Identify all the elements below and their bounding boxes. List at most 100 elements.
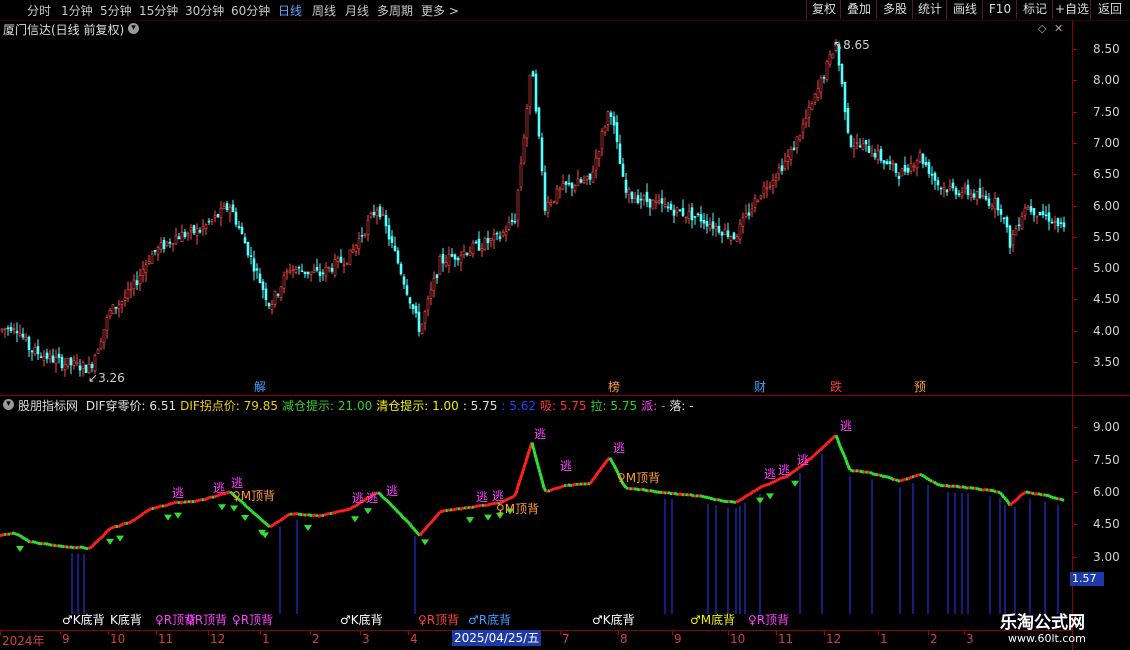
indicator-line-segment — [1008, 501, 1014, 507]
candle-body — [768, 185, 772, 188]
indicator-line-segment — [143, 510, 147, 515]
date-axis-label: 8 — [620, 632, 628, 646]
period-tab-1[interactable]: 1分钟 — [61, 2, 93, 19]
period-tab-3[interactable]: 15分钟 — [139, 2, 178, 19]
indicator-line-segment — [261, 519, 265, 524]
period-tab-8[interactable]: 月线 — [345, 2, 369, 19]
indicator-line-segment — [378, 492, 384, 498]
indicator-line-segment — [1031, 491, 1035, 496]
toolbar-button-1[interactable]: 叠加 — [840, 0, 877, 19]
candle-body — [420, 323, 424, 334]
candlestick-chart[interactable] — [0, 20, 1072, 395]
bottom-divergence-signal: ♂K底背 — [62, 613, 105, 627]
indicator-line-segment — [1000, 493, 1006, 499]
period-tab-5[interactable]: 60分钟 — [231, 2, 270, 19]
candle-body — [405, 285, 409, 295]
candle-body — [162, 239, 166, 249]
indicator-line-segment — [127, 521, 131, 525]
toolbar-button-4[interactable]: 画线 — [946, 0, 983, 19]
candle-body — [1035, 215, 1039, 218]
toolbar-button-2[interactable]: 多股 — [876, 0, 913, 19]
period-tab-6[interactable]: 日线 — [278, 2, 302, 19]
escape-signal-label: 逃 — [213, 481, 226, 495]
indicator-line-segment — [245, 505, 249, 509]
indicator-line-segment — [205, 496, 209, 501]
indicator-line-segment — [307, 513, 311, 517]
indicator-line-segment — [411, 525, 415, 530]
indicator-line-segment — [430, 518, 436, 523]
indicator-line-segment — [479, 503, 483, 508]
period-tab-2[interactable]: 5分钟 — [100, 2, 132, 19]
indicator-line-segment — [834, 434, 840, 441]
period-tab-0[interactable]: 分时 — [27, 2, 51, 19]
candle-body — [477, 238, 481, 251]
candle-body — [111, 304, 115, 314]
indicator-value-box: 1.57 — [1070, 572, 1104, 586]
toolbar-button-7[interactable]: +自选 — [1052, 0, 1091, 19]
candle-body — [402, 276, 406, 285]
candle-body — [981, 194, 985, 197]
candle-body — [603, 126, 607, 133]
candle-body — [258, 273, 262, 284]
toolbar-button-8[interactable]: 返回 — [1090, 0, 1129, 19]
period-tab-10[interactable]: 更多 > — [421, 2, 459, 19]
price-axis-tick — [1073, 80, 1077, 82]
candle-body — [264, 288, 268, 300]
event-drop-icon[interactable]: 跌 — [828, 380, 844, 394]
toolbar-button-6[interactable]: 标记 — [1016, 0, 1053, 19]
escape-signal-label: 逃 — [613, 441, 626, 455]
indicator-line-segment — [457, 507, 461, 511]
indicator-line-segment — [1047, 494, 1051, 498]
indicator-line-segment — [297, 512, 301, 516]
candle-body — [696, 213, 700, 216]
indicator-line-segment — [937, 482, 941, 487]
down-arrow-icon — [766, 493, 774, 500]
period-tab-4[interactable]: 30分钟 — [185, 2, 224, 19]
indicator-line-segment — [913, 474, 917, 479]
candle-body — [633, 198, 637, 203]
indicator-line-segment — [518, 473, 524, 481]
indicator-line-segment — [775, 478, 779, 482]
indicator-line-segment — [303, 513, 307, 517]
period-tab-9[interactable]: 多周期 — [377, 2, 413, 19]
candle-body — [651, 199, 655, 210]
toolbar-button-5[interactable]: F10 — [982, 0, 1017, 19]
candle-body — [42, 356, 46, 361]
event-forecast-icon[interactable]: 预 — [912, 380, 928, 394]
candle-body — [168, 241, 172, 244]
toolbar-button-0[interactable]: 复权 — [806, 0, 841, 19]
candle-body — [228, 206, 232, 214]
indicator-line-segment — [757, 486, 761, 491]
date-axis-label: 1 — [262, 632, 270, 646]
event-finance-icon[interactable]: 财 — [752, 380, 768, 394]
candle-body — [141, 269, 145, 276]
indicator-line-segment — [932, 480, 938, 485]
candle-body — [876, 150, 880, 160]
candle-body — [846, 108, 850, 133]
candle-body — [69, 357, 73, 366]
candle-body — [543, 172, 547, 211]
candle-body — [1044, 214, 1048, 217]
indicator-line-segment — [119, 523, 123, 528]
candle-body — [660, 198, 664, 204]
indicator-line-segment — [575, 482, 579, 487]
candle-body — [681, 207, 685, 216]
indicator-line-segment — [553, 486, 557, 491]
candle-body — [135, 280, 139, 286]
candle-body — [873, 153, 877, 158]
period-tab-7[interactable]: 周线 — [312, 2, 336, 19]
candle-body — [354, 244, 358, 252]
indicator-line-segment — [123, 521, 127, 526]
event-unlock-icon[interactable]: 解 — [252, 380, 268, 394]
candle-body — [591, 171, 595, 183]
indicator-line-segment — [75, 545, 79, 550]
event-ranking-icon[interactable]: 榜 — [606, 380, 622, 394]
indicator-line-segment — [351, 505, 355, 509]
candle-body — [594, 157, 598, 171]
candle-body — [924, 162, 928, 166]
candle-body — [888, 161, 892, 165]
toolbar-button-3[interactable]: 统计 — [912, 0, 947, 19]
indicator-line-segment — [667, 491, 671, 495]
candle-body — [738, 223, 742, 240]
candle-body — [1050, 221, 1054, 224]
